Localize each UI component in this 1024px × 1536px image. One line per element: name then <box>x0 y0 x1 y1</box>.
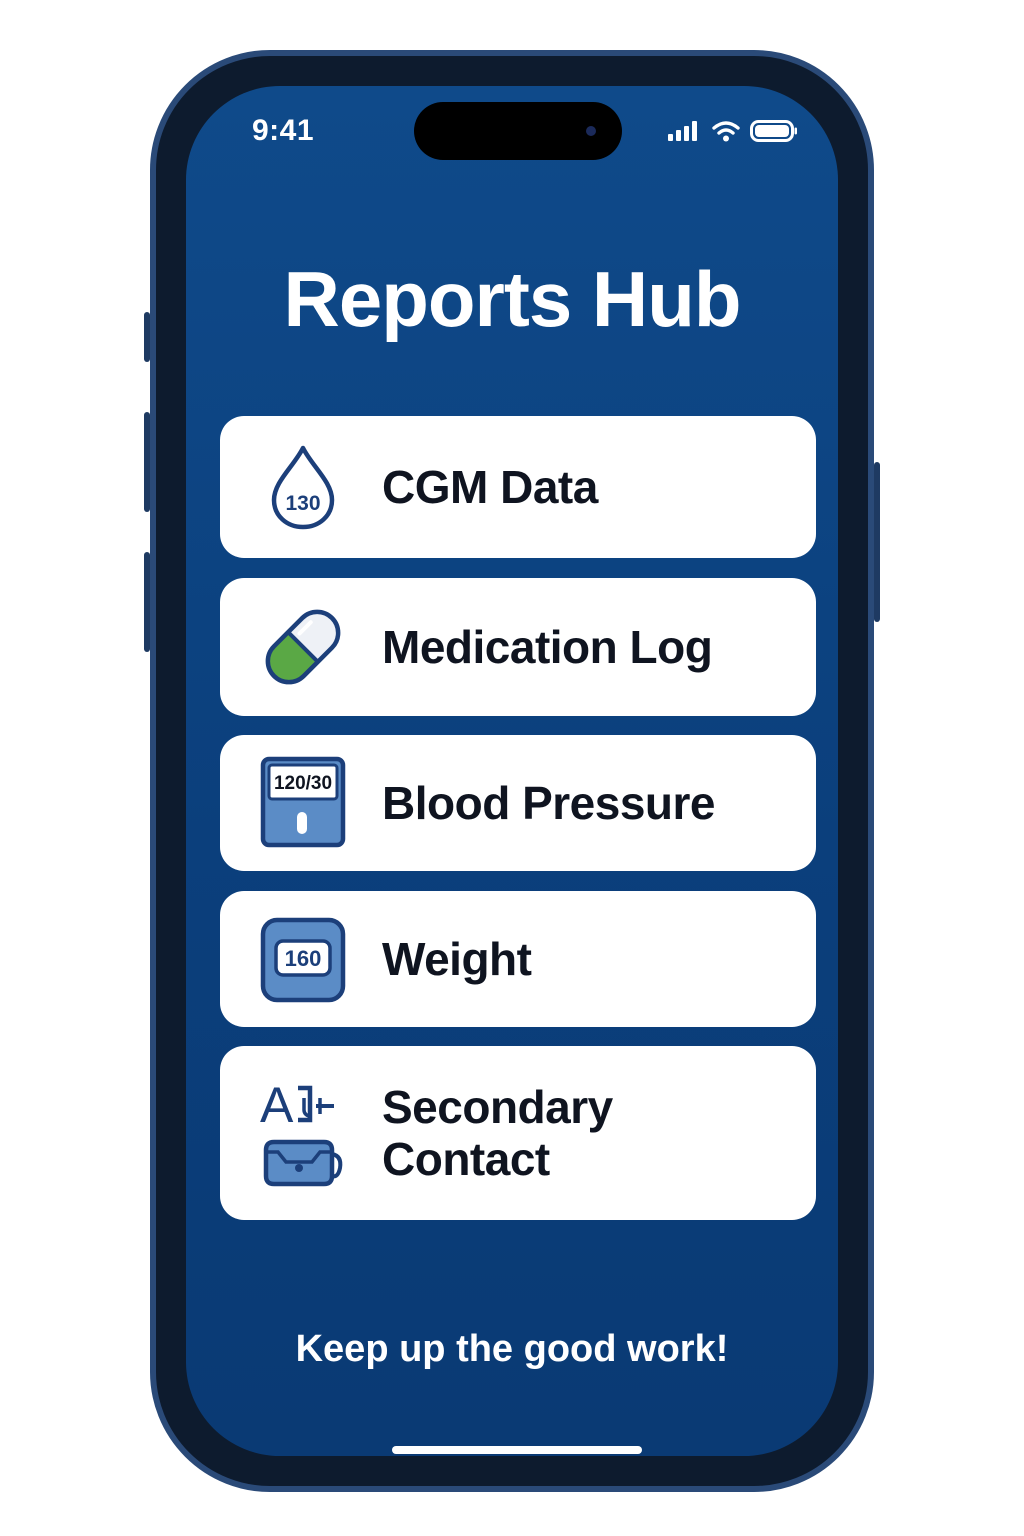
report-card-blood-pressure[interactable]: 120/30 Blood Pressure <box>220 735 816 871</box>
pill-capsule-icon <box>258 602 348 692</box>
report-label-cgm-data: CGM Data <box>382 461 598 513</box>
report-label-medication-log: Medication Log <box>382 621 713 673</box>
report-label-line1: Secondary <box>382 1081 613 1133</box>
app-screen: 9:41 Reports Hub 130 CGM Data Medication… <box>186 86 838 1456</box>
power-button <box>874 462 880 622</box>
action-button <box>144 312 150 362</box>
volume-down-button <box>144 552 150 652</box>
status-icons <box>668 120 798 142</box>
contact-icon: A <box>258 1076 348 1192</box>
camera-dot <box>586 126 596 136</box>
report-card-weight[interactable]: 160 Weight <box>220 891 816 1027</box>
home-indicator[interactable] <box>392 1446 642 1454</box>
report-label-blood-pressure: Blood Pressure <box>382 777 716 829</box>
volume-up-button <box>144 412 150 512</box>
page-title: Reports Hub <box>283 255 742 343</box>
status-time: 9:41 <box>252 114 315 147</box>
report-label-line2: Contact <box>382 1133 550 1185</box>
battery-icon <box>750 120 797 142</box>
glucose-value-text: 130 <box>285 492 320 515</box>
report-label-weight: Weight <box>382 933 532 985</box>
report-card-cgm-data[interactable]: 130 CGM Data <box>220 416 816 558</box>
encouragement-message: Keep up the good work! <box>295 1328 729 1370</box>
report-card-secondary-contact[interactable]: A Secondary Contact <box>220 1046 816 1220</box>
wifi-icon <box>712 121 740 142</box>
dynamic-island <box>414 102 622 160</box>
contact-letter-text: A <box>260 1077 294 1133</box>
cellular-signal-icon <box>668 121 697 141</box>
weight-value-text: 160 <box>285 946 322 971</box>
glucose-drop-icon: 130 <box>258 442 348 532</box>
blood-pressure-value-text: 120/30 <box>274 773 332 794</box>
report-card-medication-log[interactable]: Medication Log <box>220 578 816 716</box>
blood-pressure-monitor-icon: 120/30 <box>258 756 348 848</box>
phone-frame: 9:41 Reports Hub 130 CGM Data Medication… <box>144 50 880 1492</box>
report-label-secondary-contact: Secondary Contact <box>382 1081 613 1185</box>
scale-icon: 160 <box>258 915 348 1005</box>
